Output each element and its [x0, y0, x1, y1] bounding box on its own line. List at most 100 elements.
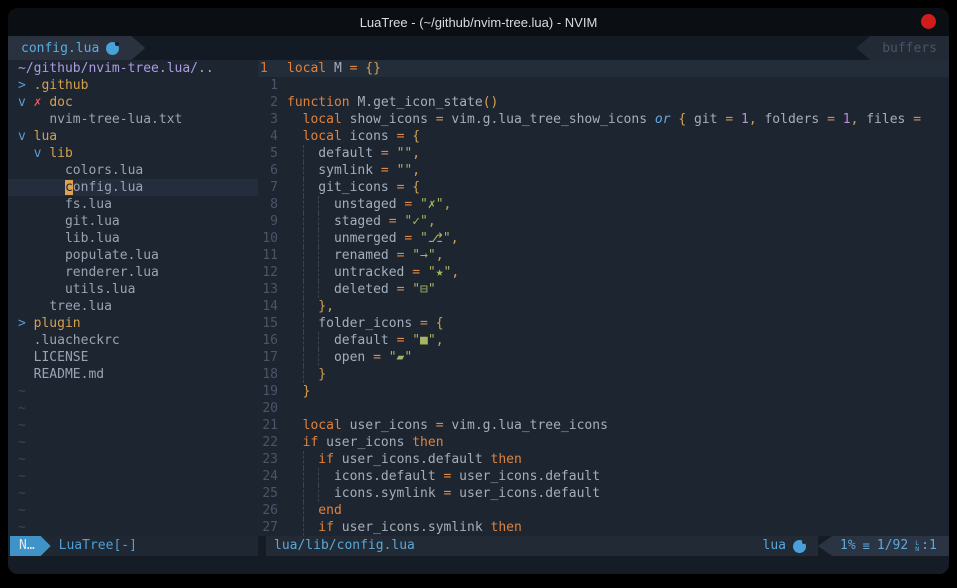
keyword: if [318, 452, 334, 467]
titlebar: LuaTree - (~/github/nvim-tree.lua) - NVI… [8, 8, 949, 36]
tree-row[interactable]: nvim-tree-lua.txt [8, 111, 258, 128]
tree-row[interactable]: fs.lua [8, 196, 258, 213]
code-line[interactable]: 9 staged = "✓", [258, 213, 949, 230]
token-t [381, 350, 389, 365]
token-t: user_icons [318, 435, 412, 450]
token-t [18, 282, 65, 297]
code-line[interactable]: 10 unmerged = "⎇", [258, 230, 949, 247]
code-line[interactable]: 2function M.get_icon_state() [258, 94, 949, 111]
code-line[interactable]: 22 if user_icons then [258, 434, 949, 451]
close-button[interactable] [921, 14, 936, 29]
line-number: 6 [258, 162, 287, 179]
tree-row[interactable]: ~ [8, 400, 258, 417]
token-br: , [749, 112, 757, 127]
line-number: 25 [258, 485, 287, 502]
indent-guide [303, 485, 319, 502]
code-line[interactable]: 20 [258, 400, 949, 417]
code-line[interactable]: 24 icons.default = user_icons.default [258, 468, 949, 485]
tree-row[interactable]: tree.lua [8, 298, 258, 315]
code-line[interactable]: 4 local icons = { [258, 128, 949, 145]
tab-config-lua[interactable]: config.lua [8, 36, 145, 60]
code-line[interactable]: 15 folder_icons = { [258, 315, 949, 332]
code-line[interactable]: 27 if user_icons.symlink then [258, 519, 949, 536]
code-line[interactable]: 6 symlink = "", [258, 162, 949, 179]
string: "→" [412, 248, 435, 263]
code-line[interactable]: 1 [258, 77, 949, 94]
tree-row[interactable]: v ✗ doc [8, 94, 258, 111]
token-t [26, 129, 34, 144]
token-t [287, 316, 303, 331]
token-t: vim.g.lua_tree_icons [444, 418, 608, 433]
code-line[interactable]: 18 } [258, 366, 949, 383]
token-t [287, 231, 303, 246]
line-number: 15 [258, 315, 287, 332]
code-line[interactable]: 26 end [258, 502, 949, 519]
token-t [287, 299, 303, 314]
code-line[interactable]: 21 local user_icons = vim.g.lua_tree_ico… [258, 417, 949, 434]
token-t [287, 503, 303, 518]
code-line[interactable]: 23 if user_icons.default then [258, 451, 949, 468]
statusline-filename: lua/lib/config.lua [274, 536, 415, 556]
token-br: { [678, 112, 686, 127]
buffers-segment[interactable]: buffers [856, 36, 949, 60]
code-line[interactable]: 25 icons.symlink = user_icons.default [258, 485, 949, 502]
tree-row[interactable]: ~ [8, 468, 258, 485]
tree-row[interactable]: README.md [8, 366, 258, 383]
empty-line-tilde: ~ [18, 435, 26, 450]
line-number: 13 [258, 281, 287, 298]
tree-row[interactable]: ~ [8, 417, 258, 434]
tree-row[interactable]: ~/github/nvim-tree.lua/.. [8, 60, 258, 77]
tree-row[interactable]: colors.lua [8, 162, 258, 179]
code-line[interactable]: 7 git_icons = { [258, 179, 949, 196]
tree-row[interactable]: ~ [8, 383, 258, 400]
token-t [18, 214, 65, 229]
code-line[interactable]: 8 unstaged = "✗", [258, 196, 949, 213]
code-line[interactable]: 3 local show_icons = vim.g.lua_tree_show… [258, 111, 949, 128]
tree-row[interactable]: > plugin [8, 315, 258, 332]
code-line[interactable]: 12 untracked = "★", [258, 264, 949, 281]
indent-guide [318, 264, 334, 281]
tree-row[interactable]: .luacheckrc [8, 332, 258, 349]
tree-row[interactable]: v lib [8, 145, 258, 162]
tree-row[interactable]: lib.lua [8, 230, 258, 247]
token-br: }, [318, 299, 334, 314]
tree-row[interactable]: ~ [8, 519, 258, 536]
code-line[interactable]: 17 open = "▰" [258, 349, 949, 366]
tree-row[interactable]: renderer.lua [8, 264, 258, 281]
token-t [18, 333, 34, 348]
code-line[interactable]: 1local M = {} [258, 60, 949, 77]
token-op: = [389, 214, 397, 229]
token-op: = [420, 316, 428, 331]
code-line[interactable]: 16 default = "■", [258, 332, 949, 349]
indent-guide [303, 179, 319, 196]
code-line[interactable]: 14 }, [258, 298, 949, 315]
tree-row[interactable]: LICENSE [8, 349, 258, 366]
chevron-icon: v [18, 95, 26, 110]
tree-row[interactable]: ~ [8, 485, 258, 502]
token-t [18, 248, 65, 263]
line-number: 22 [258, 434, 287, 451]
tree-row[interactable]: v lua [8, 128, 258, 145]
tree-row[interactable]: ~ [8, 451, 258, 468]
token-br: { [436, 316, 444, 331]
code-line[interactable]: 11 renamed = "→", [258, 247, 949, 264]
tree-row[interactable]: utils.lua [8, 281, 258, 298]
token-t [835, 112, 843, 127]
tree-row[interactable]: ~ [8, 434, 258, 451]
code-line[interactable]: 13 deleted = "⊟" [258, 281, 949, 298]
tree-row[interactable]: ~ [8, 502, 258, 519]
token-br: , [444, 197, 452, 212]
code-text: if user_icons then [287, 434, 949, 451]
tree-row[interactable]: > .github [8, 77, 258, 94]
line-number-icon-bottom: N [915, 546, 919, 552]
code-line[interactable]: 19 } [258, 383, 949, 400]
tree-row[interactable]: config.lua [8, 179, 258, 196]
token-t: default [334, 333, 397, 348]
tree-row[interactable]: populate.lua [8, 247, 258, 264]
keyword: then [491, 452, 522, 467]
code-line[interactable]: 5 default = "", [258, 145, 949, 162]
empty-line-tilde: ~ [18, 503, 26, 518]
token-t [733, 112, 741, 127]
tree-row[interactable]: git.lua [8, 213, 258, 230]
token-t [412, 197, 420, 212]
